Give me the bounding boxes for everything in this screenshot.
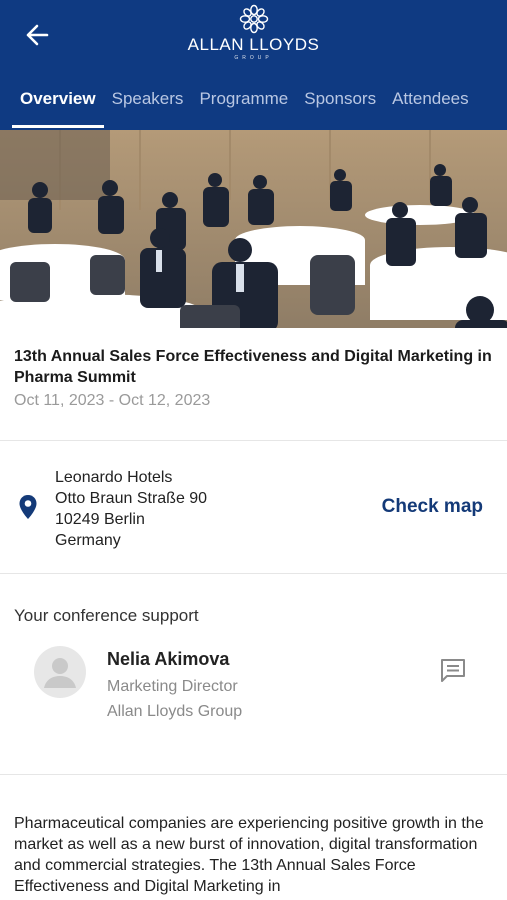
tab-overview[interactable]: Overview: [12, 84, 104, 130]
contact-company: Allan Lloyds Group: [107, 703, 243, 720]
location-section: Leonardo Hotels Otto Braun Straße 90 102…: [0, 441, 507, 573]
chat-message-icon: [441, 659, 465, 682]
event-hero-image: [0, 130, 507, 328]
address-line: Leonardo Hotels: [55, 469, 173, 486]
location-pin-icon: [19, 495, 37, 519]
app-header: ALLAN LLOYDS GROUP Overview Speakers Pro…: [0, 0, 507, 130]
conference-support-section: Your conference support Nelia Akimova Ma…: [0, 574, 507, 774]
support-title: Your conference support: [14, 606, 199, 625]
event-title: 13th Annual Sales Force Effectiveness an…: [14, 348, 492, 386]
tab-bar: Overview Speakers Programme Sponsors Att…: [0, 84, 507, 130]
event-description: Pharmaceutical companies are experiencin…: [14, 815, 484, 895]
tab-sponsors[interactable]: Sponsors: [296, 84, 384, 130]
tab-speakers[interactable]: Speakers: [104, 84, 192, 130]
tab-programme[interactable]: Programme: [191, 84, 296, 130]
tab-attendees[interactable]: Attendees: [384, 84, 477, 130]
address-line: Otto Braun Straße 90: [55, 490, 208, 507]
check-map-link[interactable]: Check map: [382, 496, 483, 518]
event-dates: Oct 11, 2023 - Oct 12, 2023: [14, 392, 211, 409]
conference-photo: [0, 130, 507, 328]
snowflake-logo-icon: [239, 4, 268, 34]
message-button[interactable]: [438, 656, 468, 686]
logo-subtitle: GROUP: [234, 55, 273, 61]
logo-name: ALLAN LLOYDS: [187, 35, 320, 54]
person-placeholder-icon: [44, 658, 76, 688]
venue-address: Leonardo Hotels Otto Braun Straße 90 102…: [55, 467, 207, 551]
divider: [0, 774, 507, 775]
avatar[interactable]: [34, 646, 86, 698]
brand-logo: ALLAN LLOYDS GROUP: [0, 4, 507, 61]
contact-role: Marketing Director: [107, 678, 238, 695]
contact-name: Nelia Akimova: [107, 649, 230, 669]
address-line: Germany: [55, 532, 121, 549]
address-line: 10249 Berlin: [55, 511, 145, 528]
